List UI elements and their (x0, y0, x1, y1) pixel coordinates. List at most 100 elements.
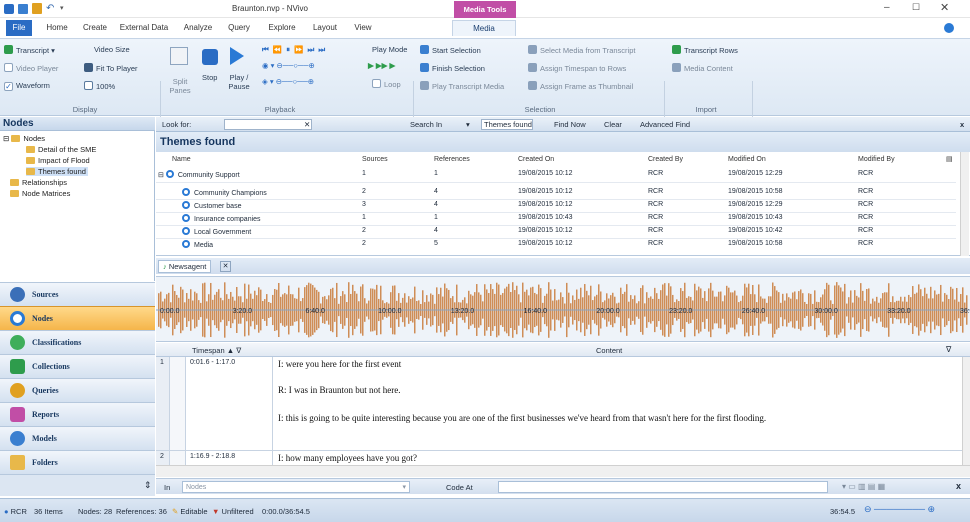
timespan-cell[interactable]: 0:01.6 - 1:17.0 (190, 359, 235, 366)
zoom-slider[interactable]: ⊖ ──────── ⊕ (864, 504, 935, 515)
search-in-dropdown-icon[interactable]: ▾ (466, 120, 470, 129)
assign-frame-button[interactable]: Assign Frame as Thumbnail (528, 81, 633, 91)
split-panes-button[interactable]: Split Panes (168, 77, 192, 95)
col-sources[interactable]: Sources (362, 156, 388, 163)
stop-button[interactable]: Stop (202, 73, 217, 82)
find-now-button[interactable]: Find Now (554, 120, 586, 129)
close-tab-icon[interactable]: ✕ (220, 261, 231, 272)
close-find-icon[interactable]: x (960, 120, 964, 129)
tree-item-impact[interactable]: Impact of Flood (26, 156, 90, 165)
table-row[interactable]: Media 2 5 19/08/2015 10:12 RCR 19/08/201… (156, 239, 960, 250)
tab-explore[interactable]: Explore (264, 20, 300, 36)
list-scrollbar[interactable] (960, 152, 969, 256)
col-modified-by[interactable]: Modified By (858, 156, 895, 163)
transcript-line[interactable]: I: how many employees have you got? (278, 453, 417, 463)
transcript-dropdown[interactable]: Transcript ▾ (4, 45, 55, 55)
clear-input-icon[interactable]: ✕ (304, 120, 310, 129)
table-row[interactable]: Community Champions 2 4 19/08/2015 10:12… (156, 187, 960, 198)
help-icon[interactable] (944, 23, 954, 33)
tree-item-relationships[interactable]: Relationships (10, 178, 67, 187)
transcript-rows-button[interactable]: Transcript Rows (672, 45, 738, 55)
split-panes-icon[interactable] (170, 47, 188, 65)
nav-reports[interactable]: Reports (0, 402, 155, 426)
nav-classifications[interactable]: Classifications (0, 330, 155, 354)
stop-icon[interactable] (202, 49, 218, 65)
nav-collections[interactable]: Collections (0, 354, 155, 378)
table-row[interactable]: Customer base 3 4 19/08/2015 10:12 RCR 1… (156, 200, 960, 211)
timespan-cell[interactable]: 1:16.9 - 2:18.8 (190, 453, 235, 460)
col-references[interactable]: References (434, 156, 470, 163)
play-transcript-media-button[interactable]: Play Transcript Media (420, 81, 504, 91)
table-row[interactable]: Local Government 2 4 19/08/2015 10:12 RC… (156, 226, 960, 237)
video-size-button[interactable]: Video Size (94, 45, 130, 54)
nav-overflow[interactable]: ⇕ (0, 474, 155, 496)
nav-sources[interactable]: Sources (0, 282, 155, 306)
group-import: Import (695, 105, 717, 114)
zoom-100-button[interactable]: 100% (84, 81, 115, 91)
filter-icon[interactable]: ∇ (236, 346, 241, 355)
col-created-on[interactable]: Created On (518, 156, 554, 163)
minimize-icon[interactable]: – (884, 2, 890, 13)
tab-layout[interactable]: Layout (308, 20, 342, 36)
tree-item-detail[interactable]: Detail of the SME (26, 145, 96, 154)
play-mode-buttons[interactable]: ▶ ▶▶ ▶ (368, 61, 395, 70)
tab-view[interactable]: View (350, 20, 376, 36)
start-selection-button[interactable]: Start Selection (420, 45, 481, 55)
waveform-timeline[interactable]: 0:00.0 3:20.0 6:40.0 10:00.0 13:20.0 16:40.0 2… (156, 276, 970, 342)
tree-item-node-matrices[interactable]: Node Matrices (10, 189, 70, 198)
search-scope-field[interactable]: Themes found (481, 119, 533, 130)
code-tools-icon[interactable]: ▾ ▭ ▥ ▤ ▦ (842, 482, 885, 491)
look-for-input[interactable] (224, 119, 312, 130)
clear-button[interactable]: Clear (604, 120, 622, 129)
skip-buttons[interactable]: ⏮ ⏪ ⏸ ⏩ ⏭ ⏭ (262, 45, 326, 55)
tab-file[interactable]: File (6, 20, 32, 36)
col-modified-on[interactable]: Modified On (728, 156, 766, 163)
play-icon[interactable] (230, 47, 244, 65)
nodes-select[interactable]: Nodes ▾ (182, 481, 410, 493)
nav-models[interactable]: Models (0, 426, 155, 450)
table-row[interactable]: Insurance companies 1 1 19/08/2015 10:43… (156, 213, 960, 224)
transcript-line[interactable]: I: were you here for the first event (278, 359, 401, 369)
transcript-scrollbar[interactable] (962, 357, 970, 465)
tree-root-nodes[interactable]: ⊟ Nodes (3, 134, 45, 143)
nav-folders[interactable]: Folders (0, 450, 155, 474)
col-created-by[interactable]: Created By (648, 156, 683, 163)
tab-home[interactable]: Home (44, 20, 70, 36)
column-chooser-icon[interactable]: ▤ (946, 155, 953, 163)
table-row-parent[interactable]: ⊟ Community Support 1 1 19/08/2015 10:12… (156, 169, 960, 180)
close-coding-icon[interactable]: x (956, 481, 961, 491)
waveform-checkbox[interactable]: ✓ Waveform (4, 81, 50, 91)
fit-to-player-button[interactable]: Fit To Player (84, 63, 138, 73)
col-content[interactable]: Content (596, 346, 622, 355)
nav-queries[interactable]: Queries (0, 378, 155, 402)
maximize-icon[interactable]: ☐ (912, 2, 920, 13)
horizontal-scrollbar[interactable] (156, 465, 970, 477)
tab-create[interactable]: Create (80, 20, 110, 36)
tab-query[interactable]: Query (224, 20, 254, 36)
tab-analyze[interactable]: Analyze (180, 20, 216, 36)
content-filter-icon[interactable]: ∇ (946, 345, 951, 354)
tab-external-data[interactable]: External Data (118, 20, 170, 36)
col-timespan[interactable]: Timespan ▲ ∇ (192, 346, 241, 355)
video-player-checkbox[interactable]: Video Player (4, 63, 58, 73)
tab-media[interactable]: Media (452, 20, 516, 36)
media-content-button[interactable]: Media Content (672, 63, 733, 73)
document-tab[interactable]: ♪ Newsagent (158, 260, 212, 273)
speed-slider[interactable]: ◈ ▾ ⊖──○──⊕ (262, 77, 314, 86)
code-at-input[interactable] (498, 481, 828, 493)
advanced-find-button[interactable]: Advanced Find (640, 120, 690, 129)
more-icon[interactable]: ⇕ (144, 480, 152, 491)
loop-checkbox[interactable]: Loop (372, 79, 401, 89)
transcript-line[interactable]: I: this is going to be quite interesting… (278, 413, 766, 423)
volume-slider[interactable]: ◉ ▾ ⊖──○──⊕ (262, 61, 315, 70)
select-media-from-transcript-button[interactable]: Select Media from Transcript (528, 45, 635, 55)
transcript-line[interactable]: R: I was in Braunton but not here. (278, 385, 400, 395)
col-name[interactable]: Name (172, 156, 191, 163)
play-pause-button[interactable]: Play / Pause (226, 73, 252, 91)
close-icon[interactable]: ✕ (940, 1, 949, 14)
tree-item-themes[interactable]: Themes found (26, 167, 88, 176)
assign-timespan-button[interactable]: Assign Timespan to Rows (528, 63, 626, 73)
finish-selection-button[interactable]: Finish Selection (420, 63, 485, 73)
waveform-svg[interactable]: 0:00.0 3:20.0 6:40.0 10:00.0 13:20.0 16:40.0 2… (156, 277, 970, 343)
nav-nodes[interactable]: Nodes (0, 306, 155, 330)
